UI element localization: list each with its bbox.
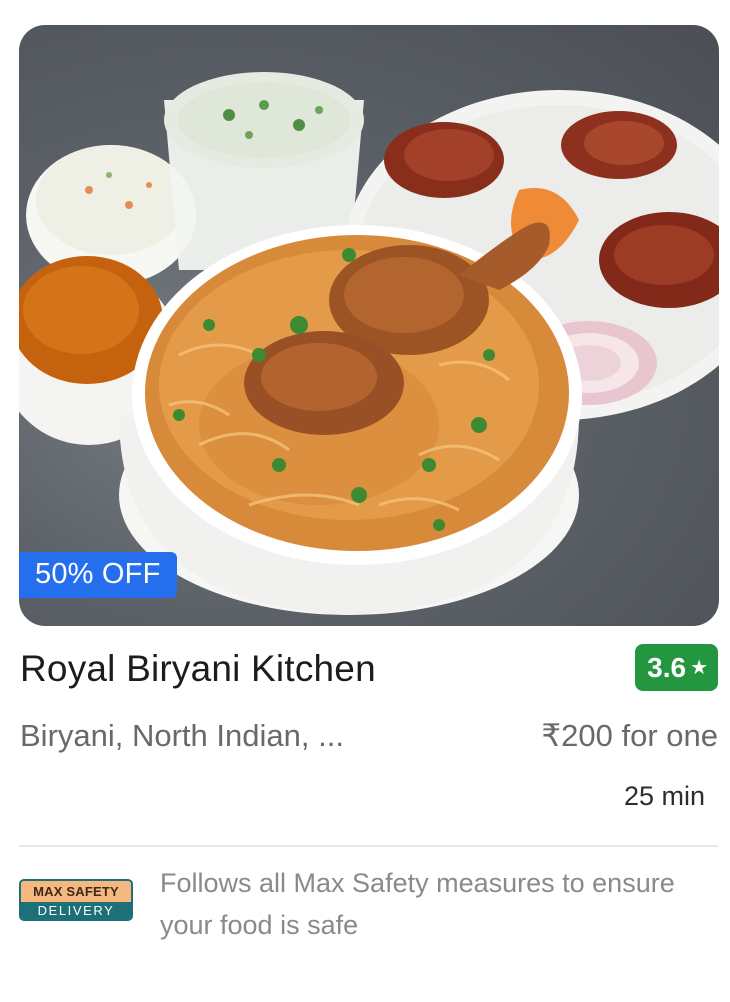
price-for-one: ₹200 for one: [541, 718, 718, 753]
restaurant-name[interactable]: Royal Biryani Kitchen: [20, 648, 376, 690]
max-safety-logo: MAX SAFETY DELIVERY: [19, 879, 133, 921]
rating-badge[interactable]: 3.6 ★: [635, 644, 718, 691]
restaurant-image[interactable]: 50% OFF: [19, 25, 719, 626]
biryani-photo: [19, 72, 719, 615]
delivery-time: 25 min: [623, 781, 705, 811]
rating-value: 3.6: [647, 651, 687, 683]
divider: [19, 845, 718, 847]
offer-badge: 50% OFF: [19, 552, 177, 598]
restaurant-card[interactable]: 50% OFF Royal Biryani Kitchen 3.6 ★ Biry…: [0, 0, 730, 1002]
max-safety-logo-top: MAX SAFETY: [21, 881, 131, 902]
cuisine-list: Biryani, North Indian, ...: [20, 718, 344, 753]
safety-message: Follows all Max Safety measures to ensur…: [160, 868, 675, 940]
max-safety-logo-bottom: DELIVERY: [21, 902, 131, 919]
star-icon: ★: [690, 656, 708, 679]
